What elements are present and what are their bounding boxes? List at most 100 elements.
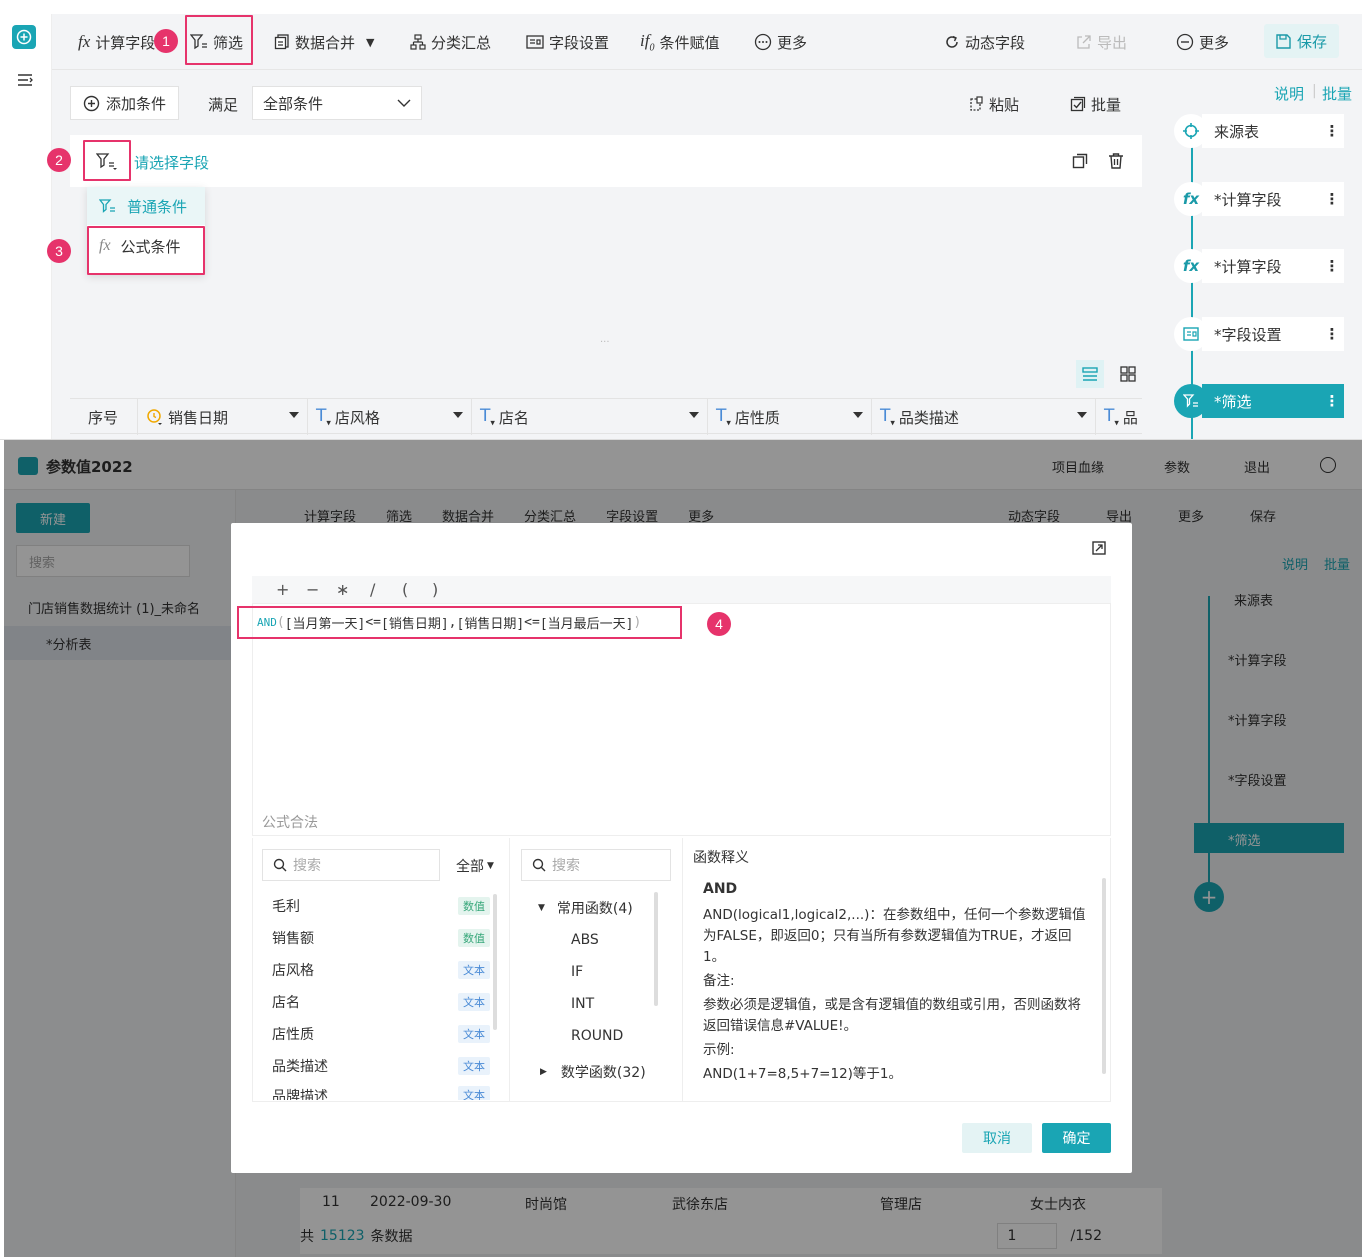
function-description: 函数释义 AND AND(logical1,logical2,...)：在参数组… [682, 838, 1110, 1102]
list-item[interactable]: 店名 文本 [272, 990, 490, 1014]
function-group-math[interactable]: ▶ 数学函数(32) [540, 1062, 646, 1082]
add-icon[interactable] [12, 25, 36, 49]
list-item[interactable]: 店性质 文本 [272, 1022, 490, 1046]
dynamic-field-button[interactable]: 动态字段 [944, 14, 1025, 70]
node-label: 来源表 [1202, 114, 1320, 148]
text-type-icon: T▾ [480, 405, 495, 429]
field-search-input[interactable]: 搜索 [262, 849, 440, 881]
col-header-store-name[interactable]: T▾ 店名 [472, 399, 708, 435]
paste-button[interactable]: 粘贴 [968, 86, 1019, 122]
col-header-category[interactable]: T▾ 品类描述 [872, 399, 1096, 435]
function-item-abs[interactable]: ABS [571, 932, 599, 948]
resize-handle[interactable]: ... [600, 334, 610, 345]
col-header-store-nature[interactable]: T▾ 店性质 [708, 399, 872, 435]
function-item-int[interactable]: INT [571, 996, 594, 1012]
more-label: 更多 [777, 33, 808, 52]
copy-icon[interactable] [1072, 153, 1088, 169]
col-label: 品 [1122, 408, 1138, 427]
node-filter[interactable]: *筛选 ⋮ [1174, 384, 1344, 418]
col-header-brand[interactable]: T▾ 品 [1096, 399, 1156, 435]
maximize-icon[interactable] [1092, 541, 1106, 555]
dropdown-arrow-icon[interactable] [689, 412, 699, 418]
select-field-link[interactable]: 请选择字段 [134, 152, 209, 173]
group-summary-button[interactable]: 分类汇总 [410, 14, 491, 70]
chevron-down-icon [397, 99, 411, 107]
col-header-sales-date[interactable]: 销售日期 [138, 399, 308, 435]
more2-button[interactable]: 更多 [1176, 14, 1229, 70]
step-badge-1: 1 [154, 29, 178, 53]
node-menu-icon[interactable]: ⋮ [1320, 182, 1344, 216]
function-list-scrollbar[interactable] [654, 892, 658, 1006]
link-divider: | [1312, 83, 1317, 99]
node-source-table[interactable]: 来源表 ⋮ [1174, 114, 1344, 148]
node-menu-icon[interactable]: ⋮ [1320, 114, 1344, 148]
list-item[interactable]: 品牌描述 文本 [272, 1086, 490, 1100]
delete-icon[interactable] [1108, 153, 1124, 169]
cancel-button[interactable]: 取消 [962, 1123, 1032, 1153]
grid-view-toggle[interactable] [1120, 366, 1136, 382]
node-calc-field-2[interactable]: fx *计算字段 ⋮ [1174, 249, 1344, 283]
field-settings-button[interactable]: 字段设置 [526, 14, 609, 70]
function-group-common[interactable]: ▼ 常用函数(4) [538, 898, 633, 918]
calc-field-button[interactable]: fx 计算字段 [78, 14, 155, 70]
step-badge-3: 3 [47, 239, 71, 263]
confirm-button[interactable]: 确定 [1042, 1123, 1111, 1153]
col-label: 店风格 [334, 408, 380, 427]
cond-assign-button[interactable]: if0 条件赋值 [640, 14, 719, 70]
node-menu-icon[interactable]: ⋮ [1320, 317, 1344, 351]
function-item-round[interactable]: ROUND [571, 1028, 623, 1044]
desc-note: 参数必须是逻辑值，或是含有逻辑值的数组或引用，否则函数将返回错误信息#VALUE… [703, 997, 1081, 1034]
field-list-scrollbar[interactable] [493, 894, 497, 1030]
step-badge-4: 4 [707, 612, 731, 636]
node-field-settings[interactable]: *字段设置 ⋮ [1174, 317, 1344, 351]
op-lparen[interactable]: ( [402, 580, 408, 599]
save-button[interactable]: 保存 [1264, 24, 1340, 58]
dropdown-arrow-icon[interactable] [453, 412, 463, 418]
batch-link[interactable]: 批量 [1322, 83, 1352, 104]
field-type-select[interactable]: 全部 ▼ [456, 856, 494, 876]
list-view-toggle[interactable] [1076, 360, 1104, 388]
list-item[interactable]: 品类描述 文本 [272, 1054, 490, 1078]
list-item[interactable]: 店风格 文本 [272, 958, 490, 982]
list-item[interactable]: 毛利 数值 [272, 894, 490, 918]
list-item[interactable]: 销售额 数值 [272, 926, 490, 950]
more2-label: 更多 [1199, 33, 1230, 52]
op-plus[interactable]: + [276, 580, 289, 599]
formula-field: [当月最后一天] [539, 617, 634, 632]
node-calc-field-1[interactable]: fx *计算字段 ⋮ [1174, 182, 1344, 216]
dropdown-arrow-icon[interactable] [289, 412, 299, 418]
description-scrollbar[interactable] [1102, 878, 1106, 1074]
formula-text[interactable]: AND([当月第一天] <= [销售日期], [销售日期] <= [当月最后一天]) [237, 606, 682, 639]
export-button[interactable]: 导出 [1076, 14, 1127, 70]
col-label: 品类描述 [898, 408, 959, 427]
op-divide[interactable]: / [370, 580, 375, 599]
formula-field: [销售日期] [381, 617, 449, 632]
op-minus[interactable]: − [306, 580, 319, 599]
col-header-store-style[interactable]: T▾ 店风格 [308, 399, 472, 435]
dropdown-arrow-icon[interactable] [1077, 412, 1087, 418]
field-type-tag: 文本 [458, 1057, 490, 1075]
col-header-index: 序号 [70, 399, 138, 435]
main-area [52, 14, 1158, 439]
batch-button[interactable]: 批量 [1070, 86, 1121, 122]
add-condition-button[interactable]: 添加条件 [70, 86, 180, 120]
date-type-icon [146, 408, 164, 426]
condition-mode-select[interactable]: 全部条件 [252, 86, 422, 120]
search-icon [532, 858, 546, 872]
more-button[interactable]: 更多 [754, 14, 807, 70]
data-merge-button[interactable]: 数据合并 ▼ [274, 14, 374, 70]
search-placeholder: 搜索 [552, 858, 580, 874]
add-condition-label: 添加条件 [106, 94, 167, 113]
menu-item-normal-condition[interactable]: 普通条件 [87, 187, 205, 225]
op-rparen[interactable]: ) [432, 580, 438, 599]
node-menu-icon[interactable]: ⋮ [1320, 249, 1344, 283]
dropdown-arrow-icon[interactable] [853, 412, 863, 418]
function-item-if[interactable]: IF [571, 964, 583, 980]
node-menu-icon[interactable]: ⋮ [1320, 384, 1344, 418]
help-link[interactable]: 说明 [1274, 83, 1304, 104]
field-type-tag: 数值 [458, 897, 490, 915]
function-search-input[interactable]: 搜索 [521, 849, 671, 881]
collapse-menu-icon[interactable] [17, 73, 33, 87]
calc-field-label: 计算字段 [95, 33, 156, 52]
op-multiply[interactable]: ∗ [336, 580, 349, 599]
